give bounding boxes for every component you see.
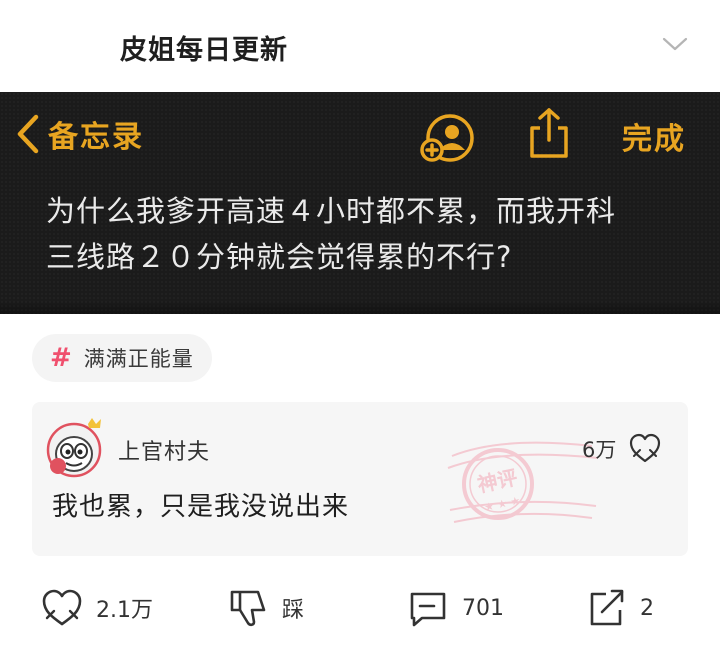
memo-shade [0,300,720,314]
thumbs-down-icon [230,590,266,627]
memo-text-line: 为什么我爹开高速４小时都不累，而我开科 [46,194,617,228]
comment-icon [410,592,446,627]
top-comment-card[interactable]: 神评 ★ ★ ★ 上官村夫 6万 我也累，只是我没说出来 [32,402,688,556]
topic-tag[interactable]: # 满满正能量 [32,334,212,382]
dislike-label: 踩 [282,598,305,623]
heart-outline-icon[interactable] [628,432,662,464]
heart-outline-icon [42,589,82,626]
avatar[interactable] [46,416,106,478]
comment-username[interactable]: 上官村夫 [118,434,210,466]
comment-like-count: 6万 [582,438,617,462]
share-icon [530,108,568,158]
like-button[interactable]: 2.1万 [40,584,153,632]
stamp-label: 神评 [475,465,519,497]
chevron-left-icon [17,114,39,154]
post-header: 皮姐每日更新 [0,0,720,92]
memo-back-label: 备忘录 [48,120,144,155]
featured-comment-stamp: 神评 ★ ★ ★ [447,441,599,523]
post-title: 皮姐每日更新 [120,35,288,66]
action-bar: 2.1万 踩 701 2 [0,578,720,638]
hashtag-icon: # [50,343,72,373]
memo-done-button: 完成 [622,122,686,157]
like-count: 2.1万 [96,598,153,623]
memo-screenshot[interactable]: 备忘录 完成 为什么我爹开高速４小时都不累，而我开科 三线路２０分钟就会觉得累的… [0,92,720,314]
comment-count: 701 [462,595,504,621]
dislike-button[interactable]: 踩 [226,584,304,632]
add-person-icon [420,114,474,162]
memo-text: 为什么我爹开高速４小时都不累，而我开科 三线路２０分钟就会觉得累的不行? [46,188,696,280]
share-arrow-icon [590,589,624,626]
share-button[interactable]: 2 [584,584,654,632]
topic-label: 满满正能量 [83,347,194,371]
comment-text: 我也累，只是我没说出来 [52,492,350,522]
memo-text-line: 三线路２０分钟就会觉得累的不行? [46,240,513,274]
comment-button[interactable]: 701 [406,584,504,632]
chevron-down-icon[interactable] [660,34,690,54]
memo-back-button: 备忘录 [14,112,144,156]
share-count: 2 [640,595,654,621]
